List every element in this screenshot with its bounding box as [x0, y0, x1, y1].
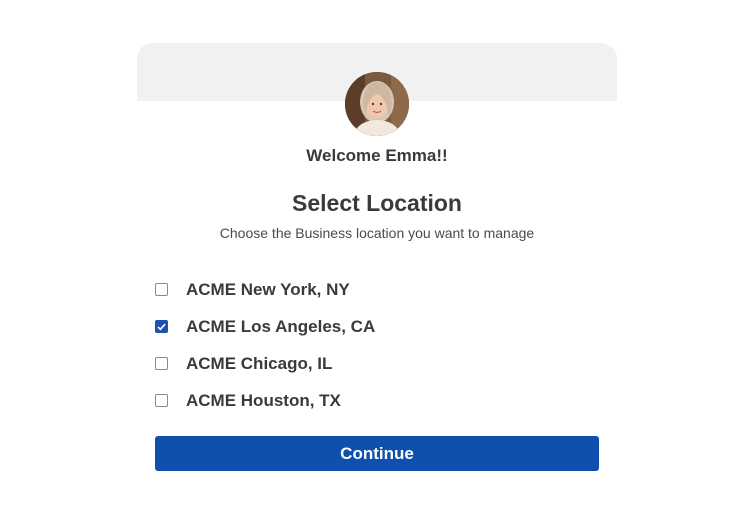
- continue-button[interactable]: Continue: [155, 436, 599, 471]
- page-subtitle: Choose the Business location you want to…: [219, 225, 535, 241]
- location-option-los-angeles[interactable]: ACME Los Angeles, CA: [155, 308, 595, 345]
- checkbox[interactable]: [155, 283, 168, 296]
- location-option-new-york[interactable]: ACME New York, NY: [155, 271, 595, 308]
- checkmark-icon: [157, 323, 166, 330]
- checkbox[interactable]: [155, 394, 168, 407]
- welcome-message: Welcome Emma!!: [306, 146, 448, 165]
- page-title: Select Location: [292, 190, 462, 216]
- location-label: ACME Chicago, IL: [186, 353, 333, 373]
- location-label: ACME Houston, TX: [186, 390, 341, 410]
- location-list: ACME New York, NY ACME Los Angeles, CA A…: [155, 271, 595, 419]
- location-option-houston[interactable]: ACME Houston, TX: [155, 382, 595, 419]
- location-label: ACME Los Angeles, CA: [186, 316, 376, 336]
- user-avatar: [345, 72, 409, 136]
- location-option-chicago[interactable]: ACME Chicago, IL: [155, 345, 595, 382]
- checkbox[interactable]: [155, 320, 168, 333]
- avatar-photo-icon: [345, 72, 409, 136]
- location-label: ACME New York, NY: [186, 279, 350, 299]
- location-select-card: Welcome Emma!! Select Location Choose th…: [137, 43, 617, 503]
- checkbox[interactable]: [155, 357, 168, 370]
